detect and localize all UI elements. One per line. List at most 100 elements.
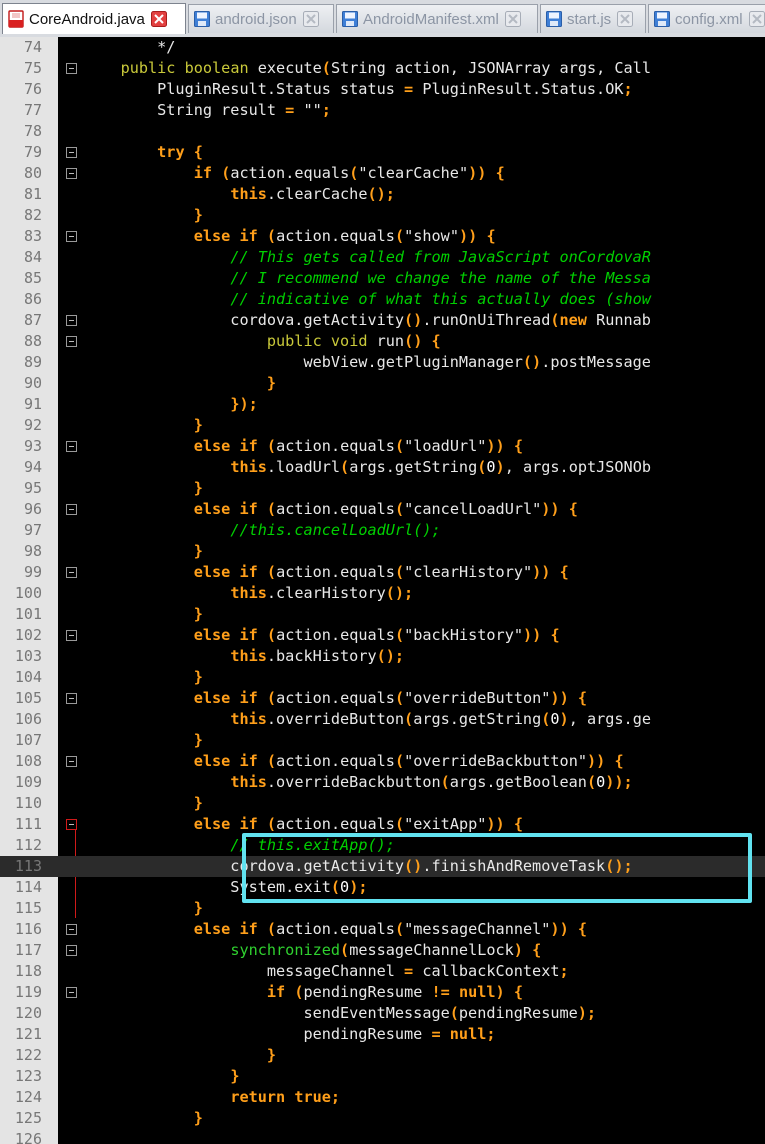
fold-toggle-icon[interactable] (66, 987, 77, 998)
code-line[interactable]: 124 return true; (0, 1087, 765, 1108)
code-line[interactable]: 116 else if (action.equals("messageChann… (0, 919, 765, 940)
code-line[interactable]: 113 cordova.getActivity().finishAndRemov… (0, 856, 765, 877)
code-line[interactable]: 83 else if (action.equals("show")) { (0, 226, 765, 247)
code-line[interactable]: 82 } (0, 205, 765, 226)
tab-android-json[interactable]: android.json (188, 4, 334, 33)
code-line[interactable]: 94 this.loadUrl(args.getString(0), args.… (0, 457, 765, 478)
tab-coreandroid-java[interactable]: CoreAndroid.java (2, 3, 186, 34)
code-line[interactable]: 106 this.overrideButton(args.getString(0… (0, 709, 765, 730)
code-line[interactable]: 123 } (0, 1066, 765, 1087)
code-text: if (pendingResume != null) { (266, 983, 523, 1001)
code-line[interactable]: 99 else if (action.equals("clearHistory"… (0, 562, 765, 583)
code-line[interactable]: 105 else if (action.equals("overrideButt… (0, 688, 765, 709)
fold-toggle-icon[interactable] (66, 231, 77, 242)
line-number: 88 (23, 332, 42, 350)
code-line[interactable]: 78 (0, 121, 765, 142)
code-text: } (266, 1046, 277, 1064)
code-line[interactable]: 85 // I recommend we change the name of … (0, 268, 765, 289)
code-line[interactable]: 90 } (0, 373, 765, 394)
code-line[interactable]: 103 this.backHistory(); (0, 646, 765, 667)
code-editor[interactable]: 74 */75 public boolean execute(String ac… (0, 37, 765, 1144)
fold-toggle-icon[interactable] (66, 756, 77, 767)
code-line[interactable]: 101 } (0, 604, 765, 625)
tab-start-js[interactable]: start.js (540, 4, 646, 33)
fold-toggle-icon[interactable] (66, 567, 77, 578)
fold-toggle-icon[interactable] (66, 168, 77, 179)
fold-toggle-icon[interactable] (66, 924, 77, 935)
code-line[interactable]: 95 } (0, 478, 765, 499)
code-text: } (193, 206, 203, 224)
tab-label: start.js (567, 10, 612, 28)
code-line[interactable]: 75 public boolean execute(String action,… (0, 58, 765, 79)
code-line[interactable]: 120 sendEventMessage(pendingResume); (0, 1003, 765, 1024)
code-line[interactable]: 77 String result = ""; (0, 100, 765, 121)
close-tab-icon[interactable] (302, 11, 319, 27)
code-line[interactable]: 108 else if (action.equals("overrideBack… (0, 751, 765, 772)
code-line[interactable]: 88 public void run() { (0, 331, 765, 352)
code-line[interactable]: 110 } (0, 793, 765, 814)
fold-toggle-icon[interactable] (66, 63, 77, 74)
code-line[interactable]: 91 }); (0, 394, 765, 415)
code-line[interactable]: 119 if (pendingResume != null) { (0, 982, 765, 1003)
code-text: // This gets called from JavaScript onCo… (230, 248, 651, 266)
fold-toggle-icon[interactable] (66, 819, 77, 830)
close-tab-icon[interactable] (617, 11, 634, 27)
fold-toggle-icon[interactable] (66, 630, 77, 641)
line-number: 83 (23, 227, 42, 245)
tab-config-xml[interactable]: config.xml (648, 4, 765, 33)
line-number: 90 (23, 374, 42, 392)
line-number: 81 (23, 185, 42, 203)
code-line[interactable]: 96 else if (action.equals("cancelLoadUrl… (0, 499, 765, 520)
code-line[interactable]: 98 } (0, 541, 765, 562)
code-line[interactable]: 114 System.exit(0); (0, 877, 765, 898)
code-line[interactable]: 118 messageChannel = callbackContext; (0, 961, 765, 982)
fold-toggle-icon[interactable] (66, 504, 77, 515)
line-number: 113 (14, 857, 42, 875)
code-line[interactable]: 107 } (0, 730, 765, 751)
code-line[interactable]: 74 */ (0, 37, 765, 58)
fold-toggle-icon[interactable] (66, 693, 77, 704)
fold-toggle-icon[interactable] (66, 441, 77, 452)
code-line[interactable]: 125 } (0, 1108, 765, 1129)
fold-toggle-icon[interactable] (66, 336, 77, 347)
code-line[interactable]: 100 this.clearHistory(); (0, 583, 765, 604)
fold-toggle-icon[interactable] (66, 945, 77, 956)
code-line[interactable]: 126 (0, 1129, 765, 1144)
close-tab-icon[interactable] (504, 11, 521, 27)
code-line[interactable]: 93 else if (action.equals("loadUrl")) { (0, 436, 765, 457)
code-text: else if (action.equals("loadUrl")) { (193, 437, 524, 455)
tab-androidmanifest-xml[interactable]: AndroidManifest.xml (336, 4, 538, 33)
code-line[interactable]: 115 } (0, 898, 765, 919)
line-number: 120 (14, 1004, 42, 1022)
code-line[interactable]: 92 } (0, 415, 765, 436)
code-line[interactable]: 81 this.clearCache(); (0, 184, 765, 205)
code-line[interactable]: 84 // This gets called from JavaScript o… (0, 247, 765, 268)
code-line[interactable]: 121 pendingResume = null; (0, 1024, 765, 1045)
code-line[interactable]: 117 synchronized(messageChannelLock) { (0, 940, 765, 961)
code-line[interactable]: 97 //this.cancelLoadUrl(); (0, 520, 765, 541)
code-line[interactable]: 111 else if (action.equals("exitApp")) { (0, 814, 765, 835)
code-line[interactable]: 86 // indicative of what this actually d… (0, 289, 765, 310)
code-text: } (193, 899, 203, 917)
line-number: 77 (23, 101, 42, 119)
code-line[interactable]: 104 } (0, 667, 765, 688)
fold-toggle-icon[interactable] (66, 315, 77, 326)
code-line[interactable]: 87 cordova.getActivity().runOnUiThread(n… (0, 310, 765, 331)
code-line[interactable]: 102 else if (action.equals("backHistory"… (0, 625, 765, 646)
code-line[interactable]: 109 this.overrideBackbutton(args.getBool… (0, 772, 765, 793)
code-text: }); (230, 395, 258, 413)
close-tab-icon[interactable] (150, 11, 167, 27)
line-number: 74 (23, 38, 42, 56)
code-line[interactable]: 76 PluginResult.Status status = PluginRe… (0, 79, 765, 100)
fold-toggle-icon[interactable] (66, 147, 77, 158)
line-number: 109 (14, 773, 42, 791)
line-number: 89 (23, 353, 42, 371)
code-text: cordova.getActivity().finishAndRemoveTas… (84, 857, 633, 875)
code-line[interactable]: 112 // this.exitApp(); (0, 835, 765, 856)
code-line[interactable]: 80 if (action.equals("clearCache")) { (0, 163, 765, 184)
code-line[interactable]: 79 try { (0, 142, 765, 163)
close-tab-icon[interactable] (748, 11, 765, 27)
code-line[interactable]: 122 } (0, 1045, 765, 1066)
code-text: } (230, 1067, 240, 1085)
code-line[interactable]: 89 webView.getPluginManager().postMessag… (0, 352, 765, 373)
